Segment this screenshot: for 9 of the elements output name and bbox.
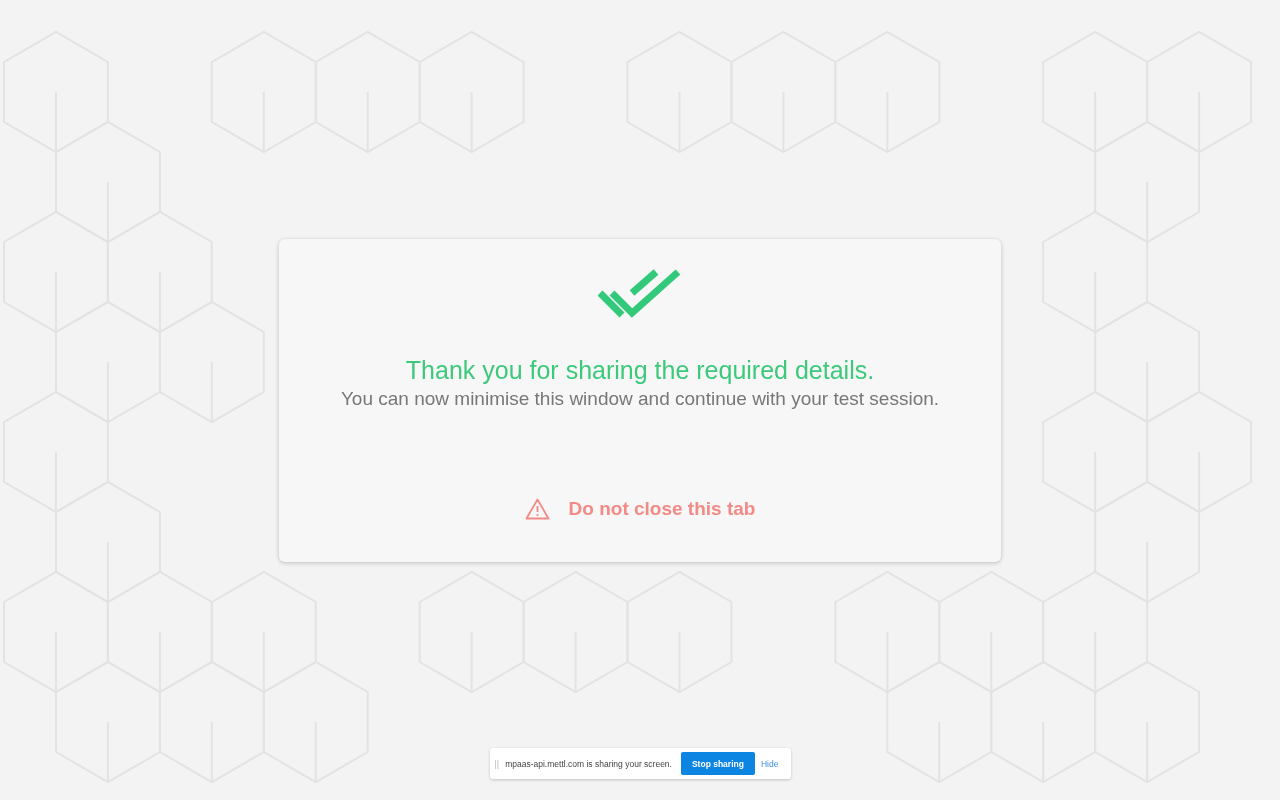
warning-text: Do not close this tab (568, 498, 756, 520)
success-title: Thank you for sharing the required details. (405, 355, 875, 385)
instruction-text: You can now minimise this window and continue with your test session. (340, 387, 940, 411)
sharing-message: mpaas-api.mettl.com is sharing your screen. (505, 758, 672, 769)
warning-icon (524, 498, 550, 520)
stop-sharing-button[interactable]: Stop sharing (680, 752, 755, 775)
double-check-icon (598, 269, 682, 319)
hide-link[interactable]: Hide (760, 758, 779, 769)
drag-handle[interactable]: || (494, 758, 500, 769)
